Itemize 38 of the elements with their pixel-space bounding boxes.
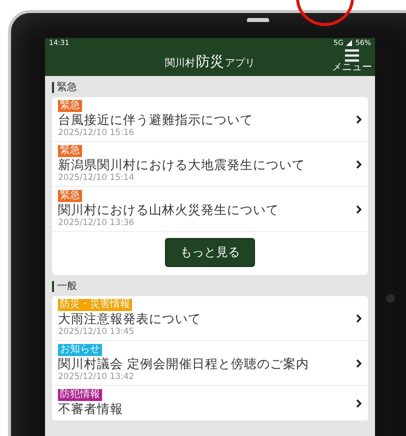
- chevron-right-icon: [356, 314, 362, 322]
- chevron-right-icon: [356, 398, 362, 408]
- news-item[interactable]: 緊急 台風接近に伴う避難指示について 2025/12/10 15:16: [52, 97, 368, 142]
- signal-icon: [346, 40, 352, 46]
- news-item[interactable]: お知らせ 関川村議会 定例会開催日程と傍聴のご案内 2025/12/10 13:42: [52, 341, 368, 386]
- news-date: 2025/12/10 13:42: [58, 372, 134, 382]
- chevron-right-icon: [356, 358, 362, 368]
- chevron-right-icon: [356, 114, 362, 124]
- news-date: 2025/12/10 15:14: [58, 173, 134, 183]
- news-date: 2025/12/10 15:16: [58, 128, 134, 138]
- app-title: アプリ: [225, 56, 255, 70]
- more-button[interactable]: もっと見る: [165, 238, 255, 267]
- menu-button[interactable]: メニュー: [332, 49, 372, 73]
- section-heading: 緊急: [52, 82, 77, 93]
- news-title: 関川村議会 定例会開催日程と傍聴のご案内: [58, 356, 309, 372]
- section-heading: 一般: [52, 281, 77, 292]
- category-tag: 緊急: [58, 145, 82, 157]
- category-tag: 防災・災害情報: [58, 299, 132, 311]
- chevron-right-icon: [356, 160, 362, 168]
- category-tag: 緊急: [58, 100, 82, 112]
- news-date: 2025/12/10 13:36: [58, 218, 134, 228]
- menu-icon: [345, 49, 359, 62]
- news-item[interactable]: 緊急 新潟県関川村における大地震発生について 2025/12/10 15:14: [52, 142, 368, 187]
- news-title: 不審者情報: [58, 401, 123, 417]
- app-title: 防災: [196, 53, 224, 71]
- app-title: 関川村: [165, 56, 195, 70]
- news-item[interactable]: 防犯情報 不審者情報: [52, 386, 368, 421]
- news-title: 台風接近に伴う避難指示について: [58, 112, 253, 128]
- news-date: 2025/12/10 13:45: [58, 327, 134, 337]
- category-tag: 防犯情報: [58, 389, 102, 401]
- news-title: 新潟県関川村における大地震発生について: [58, 157, 305, 173]
- category-tag: 緊急: [58, 190, 82, 202]
- category-tag: お知らせ: [58, 344, 102, 356]
- chevron-right-icon: [356, 204, 362, 214]
- news-title: 大雨注意報発表について: [58, 311, 201, 327]
- news-item[interactable]: 防災・災害情報 大雨注意報発表について 2025/12/10 13:45: [52, 296, 368, 341]
- news-item[interactable]: 緊急 関川村における山林火災発生について 2025/12/10 13:36: [52, 187, 368, 232]
- news-title: 関川村における山林火災発生について: [58, 202, 279, 218]
